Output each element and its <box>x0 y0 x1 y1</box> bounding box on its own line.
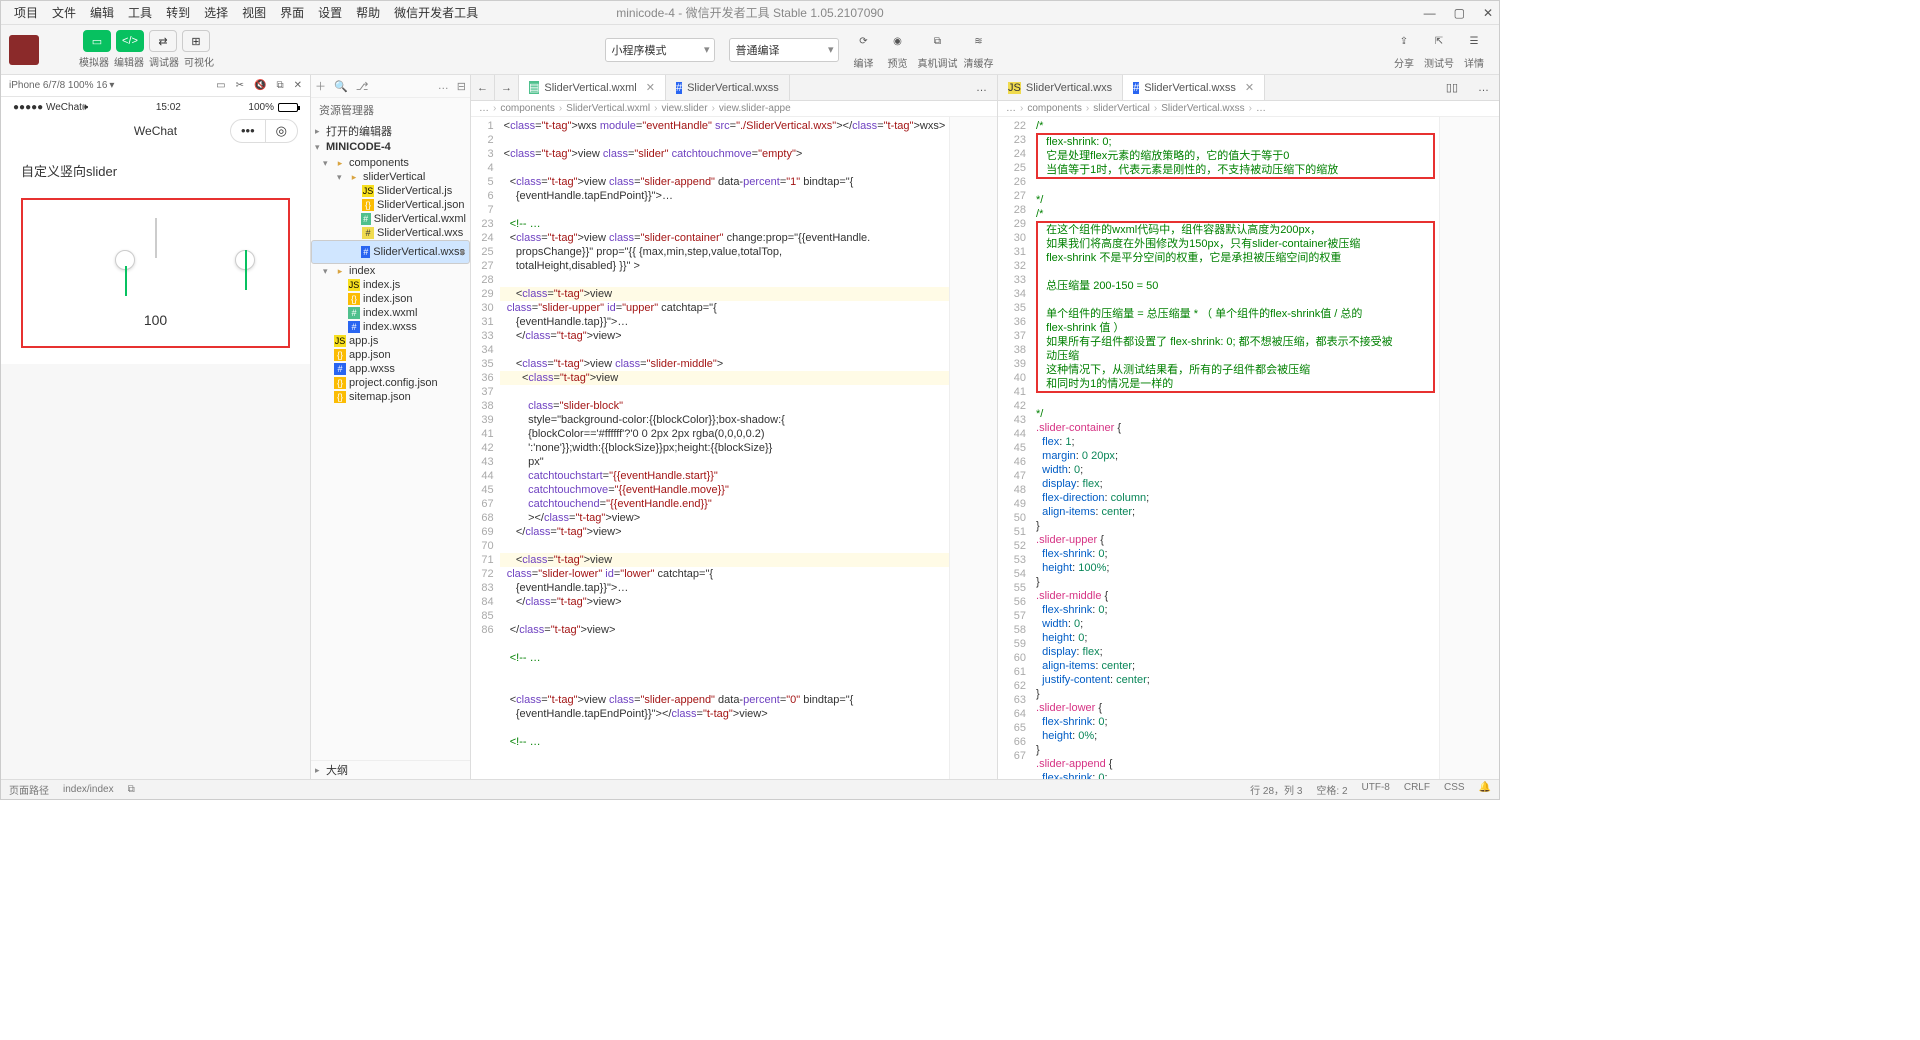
menu-view[interactable]: 视图 <box>235 4 273 21</box>
tree-node-SliderVertical.js[interactable]: JSSliderVertical.js <box>311 184 470 198</box>
menu-edit[interactable]: 编辑 <box>83 4 121 21</box>
tab-wxss-1[interactable]: #SliderVertical.wxss <box>666 75 790 100</box>
preview-button[interactable]: ◉ <box>884 29 912 53</box>
minimize-button[interactable]: ― <box>1424 6 1436 20</box>
tree-node-index.js[interactable]: JSindex.js <box>311 278 470 292</box>
sidebar-add-icon[interactable]: ＋ <box>315 78 326 94</box>
close-tab-icon[interactable]: ✕ <box>1245 81 1254 94</box>
simulator-toggle[interactable]: ▭ <box>83 30 111 52</box>
tree-node-components[interactable]: ▾▸components <box>311 156 470 170</box>
details-button[interactable]: ☰ <box>1460 29 1488 53</box>
slider-value-label: 100 <box>144 312 167 328</box>
tree-node-app.json[interactable]: {}app.json <box>311 348 470 362</box>
custom-slider[interactable]: 100 <box>21 198 290 348</box>
menu-devtools[interactable]: 微信开发者工具 <box>387 4 485 21</box>
tab-wxs[interactable]: JSSliderVertical.wxs <box>998 75 1123 100</box>
app-mode-select[interactable]: 小程序模式 <box>605 38 715 62</box>
tab-wxss-2[interactable]: #SliderVertical.wxss✕ <box>1123 75 1265 100</box>
language-mode[interactable]: CSS <box>1444 782 1465 797</box>
tree-node-sliderVertical[interactable]: ▾▸sliderVertical <box>311 170 470 184</box>
breadcrumb-2[interactable]: …› components› sliderVertical› SliderVer… <box>998 101 1499 117</box>
debugger-toggle[interactable]: ⇄ <box>149 30 177 52</box>
split-editor-icon[interactable]: ▯▯ <box>1436 75 1468 100</box>
editor-toggle[interactable]: </> <box>116 30 144 52</box>
visualize-toggle[interactable]: ⊞ <box>182 30 210 52</box>
copy-path-icon[interactable]: ⧉ <box>128 784 135 795</box>
tree-node-app.wxss[interactable]: #app.wxss <box>311 362 470 376</box>
battery-pct: 100% <box>248 102 274 113</box>
tab-wxml[interactable]: ▤SliderVertical.wxml✕ <box>519 75 666 100</box>
editor-more-icon[interactable]: … <box>966 75 997 100</box>
nav-title: WeChat <box>134 124 177 138</box>
editor-toolbar-back[interactable]: ← <box>471 75 495 100</box>
editor-more-icon-2[interactable]: … <box>1468 75 1499 100</box>
outline-section[interactable]: ▸大纲 <box>311 760 470 779</box>
tree-node-SliderVertical.json[interactable]: {}SliderVertical.json <box>311 198 470 212</box>
menu-settings[interactable]: 设置 <box>311 4 349 21</box>
battery-icon <box>278 103 298 112</box>
notifications-icon[interactable]: 🔔 <box>1479 782 1491 797</box>
editor-toolbar-fwd[interactable]: → <box>495 75 519 100</box>
menu-select[interactable]: 选择 <box>197 4 235 21</box>
menu-help[interactable]: 帮助 <box>349 4 387 21</box>
mute-icon[interactable]: 🔇 <box>254 80 266 91</box>
rotate-icon[interactable]: ▭ <box>216 80 225 91</box>
compile-button[interactable]: ⟳ <box>850 29 878 53</box>
tree-node-index[interactable]: ▾▸index <box>311 264 470 278</box>
cursor-position[interactable]: 行 28，列 3 <box>1250 782 1302 797</box>
page-heading: 自定义竖向slider <box>21 161 290 180</box>
minimap-1[interactable] <box>949 117 997 779</box>
close-tab-icon[interactable]: ✕ <box>646 81 655 94</box>
minimap-2[interactable] <box>1439 117 1499 779</box>
sidebar-more-icon[interactable]: … <box>438 80 449 92</box>
page-path-label: 页面路径 <box>9 782 49 797</box>
maximize-button[interactable]: ▢ <box>1454 6 1465 20</box>
menu-file[interactable]: 文件 <box>45 4 83 21</box>
clear-cache-button[interactable]: ≋ <box>965 29 993 53</box>
page-path-value[interactable]: index/index <box>63 784 114 795</box>
open-editors-section[interactable]: ▸打开的编辑器 <box>311 122 470 140</box>
window-title: minicode-4 - 微信开发者工具 Stable 1.05.2107090 <box>616 4 883 21</box>
explorer-title: 资源管理器 <box>311 98 470 122</box>
capsule-close-icon[interactable]: ◎ <box>266 120 297 142</box>
status-time: 15:02 <box>88 102 248 113</box>
user-avatar[interactable] <box>9 35 39 65</box>
breadcrumb-1[interactable]: …› components› SliderVertical.wxml› view… <box>471 101 997 117</box>
carrier-label: ●●●●● WeChat <box>13 102 82 113</box>
menu-interface[interactable]: 界面 <box>273 4 311 21</box>
tree-node-project.config.json[interactable]: {}project.config.json <box>311 376 470 390</box>
close-button[interactable]: ✕ <box>1483 6 1493 20</box>
compile-mode-select[interactable]: 普通编译 <box>729 38 839 62</box>
sidebar-branch-icon[interactable]: ⎇ <box>356 80 369 93</box>
menu-project[interactable]: 项目 <box>7 4 45 21</box>
detach-icon[interactable]: ⧉ <box>276 80 283 91</box>
eol-setting[interactable]: CRLF <box>1404 782 1430 797</box>
tree-node-sitemap.json[interactable]: {}sitemap.json <box>311 390 470 404</box>
screenshot-icon[interactable]: ✂ <box>236 80 244 91</box>
project-root[interactable]: ▾MINICODE-4 <box>311 140 470 154</box>
tree-node-SliderVertical.wxss[interactable]: #SliderVertical.wxss <box>311 240 470 264</box>
device-picker[interactable]: iPhone 6/7/8 100% 16 <box>9 80 107 91</box>
close-sim-icon[interactable]: ✕ <box>294 80 302 91</box>
remote-debug-button[interactable]: ⧉ <box>924 29 952 53</box>
share-button[interactable]: ⇪ <box>1390 29 1418 53</box>
tree-node-index.wxss[interactable]: #index.wxss <box>311 320 470 334</box>
tree-node-index.wxml[interactable]: #index.wxml <box>311 306 470 320</box>
capsule-menu-icon[interactable]: ••• <box>231 120 266 142</box>
sidebar-collapse-icon[interactable]: ⊟ <box>457 80 466 93</box>
indent-setting[interactable]: 空格: 2 <box>1316 782 1347 797</box>
tree-node-SliderVertical.wxs[interactable]: #SliderVertical.wxs <box>311 226 470 240</box>
test-account-button[interactable]: ⇱ <box>1425 29 1453 53</box>
encoding[interactable]: UTF-8 <box>1362 782 1390 797</box>
menu-goto[interactable]: 转到 <box>159 4 197 21</box>
sidebar-search-icon[interactable]: 🔍 <box>334 80 348 93</box>
tree-node-app.js[interactable]: JSapp.js <box>311 334 470 348</box>
tree-node-index.json[interactable]: {}index.json <box>311 292 470 306</box>
menu-tools[interactable]: 工具 <box>121 4 159 21</box>
tree-node-SliderVertical.wxml[interactable]: #SliderVertical.wxml <box>311 212 470 226</box>
